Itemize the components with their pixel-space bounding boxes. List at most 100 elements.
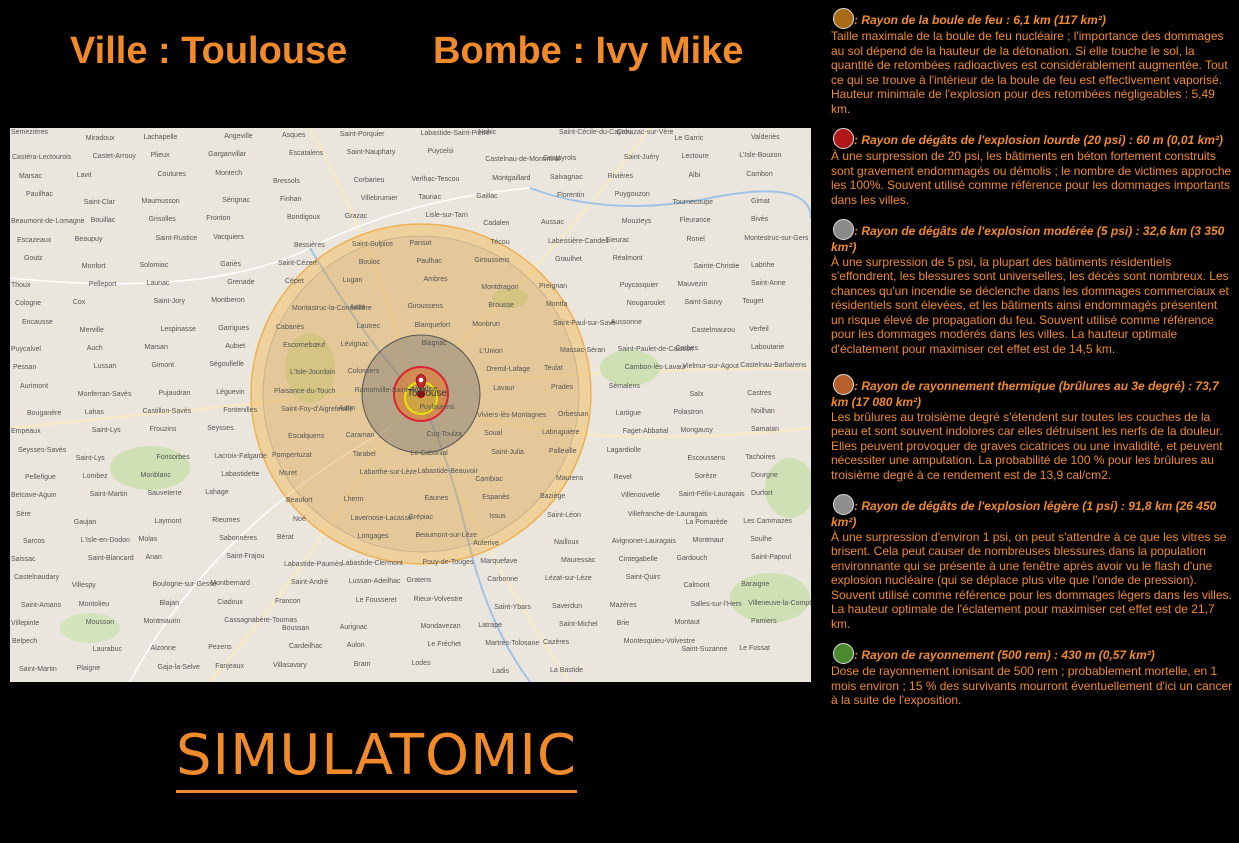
map-place-label: Ségoufielle: [209, 361, 244, 369]
map-place-label: Puylaurens: [419, 404, 455, 411]
map-place-label: Labastide-Beauvoir: [417, 467, 478, 475]
legend-item-title: : Rayon de la boule de feu : 6,1 km (117…: [831, 8, 1233, 29]
map-place-label: Réalmont: [612, 254, 643, 262]
map-place-label: Ciadoux: [217, 598, 243, 606]
map-place-label: L'Isle-en-Dodon: [80, 536, 130, 544]
map-place-label: L'Isle-Bouzon: [739, 152, 782, 160]
map-place-label: Lachapelle: [143, 134, 178, 141]
map-place-label: Aussonne: [610, 318, 642, 326]
map-place-label: L'Isle-Jourdain: [290, 369, 336, 377]
map-place-label: Puycasquier: [619, 282, 659, 290]
map-place-label: Sauveterre: [147, 490, 182, 498]
map-place-label: Lagardiolle: [606, 446, 641, 454]
map-place-label: Tarabel: [352, 450, 376, 458]
map-place-label: Cambon-lès-Lavaur: [624, 364, 687, 372]
map-place-label: Montmaurin: [143, 618, 181, 626]
map-place-label: Blajan: [159, 599, 179, 607]
map-place-label: Polastron: [673, 409, 704, 416]
map-place-label: Bondigoux: [287, 214, 321, 222]
map-place-label: Seysses-Savès: [18, 446, 67, 454]
map-place-label: Castéra-Lectourois: [12, 154, 72, 162]
map-place-label: Saint-Anne: [751, 280, 786, 288]
map-place-label: Plaigne: [76, 664, 101, 672]
map-place-label: Garrigues: [218, 324, 249, 332]
map-place-label: Saint-Frajou: [226, 553, 265, 561]
map-place-label: Saint-Martin: [19, 665, 57, 673]
map-place-label: Dourgne: [751, 471, 778, 479]
map-place-label: Villepinte: [11, 620, 40, 628]
map-place-label: Lautrec: [356, 322, 381, 330]
map-place-label: Vendine: [412, 385, 438, 393]
map-place-label: Le Fossat: [739, 645, 770, 653]
map-place-label: Tournecoupe: [672, 198, 713, 206]
map-place-label: Villebrumier: [360, 194, 398, 202]
map-place-label: Saissac: [11, 556, 36, 564]
map-place-label: Saint-Quirc: [625, 574, 661, 582]
circle-icon: [833, 374, 854, 395]
map-place-label: Le Garric: [674, 135, 704, 142]
map-place-label: Lézat-sur-Lèze: [545, 575, 592, 583]
map-place-label: Bram: [353, 660, 371, 668]
map-place-label: Avignonet-Lauragais: [611, 537, 676, 545]
map-view[interactable]: Semezières Miradoux Lachapelle Angeville Asq…: [10, 128, 811, 682]
map-place-label: Saint-Julia: [491, 448, 524, 456]
map-place-label: Montolieu: [78, 600, 110, 608]
map-place-label: Saint-Nauphary: [346, 149, 396, 157]
map-place-label: Saint-Cézert: [278, 259, 317, 267]
map-place-label: Gimont: [151, 362, 175, 370]
map-place-label: Pujaudran: [158, 389, 191, 397]
map-place-label: Fanjeaux: [215, 662, 245, 670]
circle-icon: [833, 219, 854, 240]
legend-item: : Rayon de dégâts de l'explosion lourde …: [831, 128, 1233, 207]
map-place-label: Castet-Arrouy: [92, 153, 136, 161]
map-place-label: Parisot: [409, 239, 432, 247]
app-logo: SIMULATOMIC: [176, 722, 578, 793]
map-place-label: Fonsorbes: [156, 453, 190, 461]
map-place-label: Saint-Clar: [83, 198, 115, 206]
map-place-label: Cologne: [15, 300, 42, 308]
map-place-label: Corbarieu: [353, 176, 385, 184]
map-place-label: Mongausy: [680, 427, 713, 435]
map-place-label: Lherm: [343, 496, 364, 504]
map-place-label: Montdragon: [481, 284, 519, 292]
map-place-label: Puycelsi: [427, 148, 454, 156]
map-place-label: Carbonne: [487, 576, 518, 584]
map-place-label: Graulhet: [555, 255, 582, 263]
legend-item: : Rayon de rayonnement thermique (brûlur…: [831, 374, 1233, 482]
map-place-label: Solomiac: [139, 261, 169, 269]
map-place-label: Merville: [79, 326, 104, 334]
map-place-label: Boulogne-sur-Gesse: [152, 581, 217, 589]
legend-item-title-text: : Rayon de dégâts de l'explosion légère …: [831, 499, 1217, 529]
map-place-label: Carbes: [675, 345, 699, 353]
legend-item-title-text: : Rayon de la boule de feu : 6,1 km (117…: [854, 13, 1106, 27]
map-place-label: Brousse: [488, 302, 514, 310]
map-place-label: Saint-Suzanne: [681, 646, 728, 654]
map-place-label: Cambiac: [475, 475, 503, 483]
map-place-label: Angeville: [224, 133, 253, 140]
legend-item-title: : Rayon de dégâts de l'explosion lourde …: [831, 128, 1233, 149]
map-place-label: Montesquieu-Volvestre: [623, 638, 695, 646]
map-place-label: Blanquefort: [414, 321, 451, 329]
map-place-label: Montfa: [546, 301, 568, 309]
map-place-label: Mondavezan: [420, 623, 461, 631]
map-place-label: Beaufort: [286, 497, 313, 505]
map-place-label: Lussan-Adeilhac: [348, 578, 401, 586]
map-place-label: Saint-Papoul: [751, 554, 792, 562]
map-place-label: Escornebœuf: [283, 342, 326, 350]
map-place-label: Francon: [275, 597, 301, 605]
map-place-label: Pouy-de-Touges: [422, 559, 474, 567]
map-place-label: Auch: [86, 345, 103, 353]
map-place-label: Bouloc: [358, 258, 381, 266]
map-place-label: Grazac: [344, 213, 368, 221]
map-canvas: [10, 128, 811, 682]
map-place-label: Montberon: [211, 297, 245, 305]
map-place-label: Cépet: [285, 278, 304, 286]
map-place-label: Saint-Porquier: [339, 131, 385, 138]
map-place-label: Auterive: [473, 539, 499, 547]
map-place-label: Gariès: [220, 260, 241, 268]
map-place-label: Pelleport: [88, 281, 117, 289]
map-place-label: Labastide-Clermont: [341, 560, 403, 568]
map-place-label: Labarthe-sur-Lèze: [359, 468, 417, 476]
map-place-label: Viviers-lès-Montagnes: [477, 412, 547, 419]
map-place-label: Saint-Martin: [89, 491, 128, 499]
